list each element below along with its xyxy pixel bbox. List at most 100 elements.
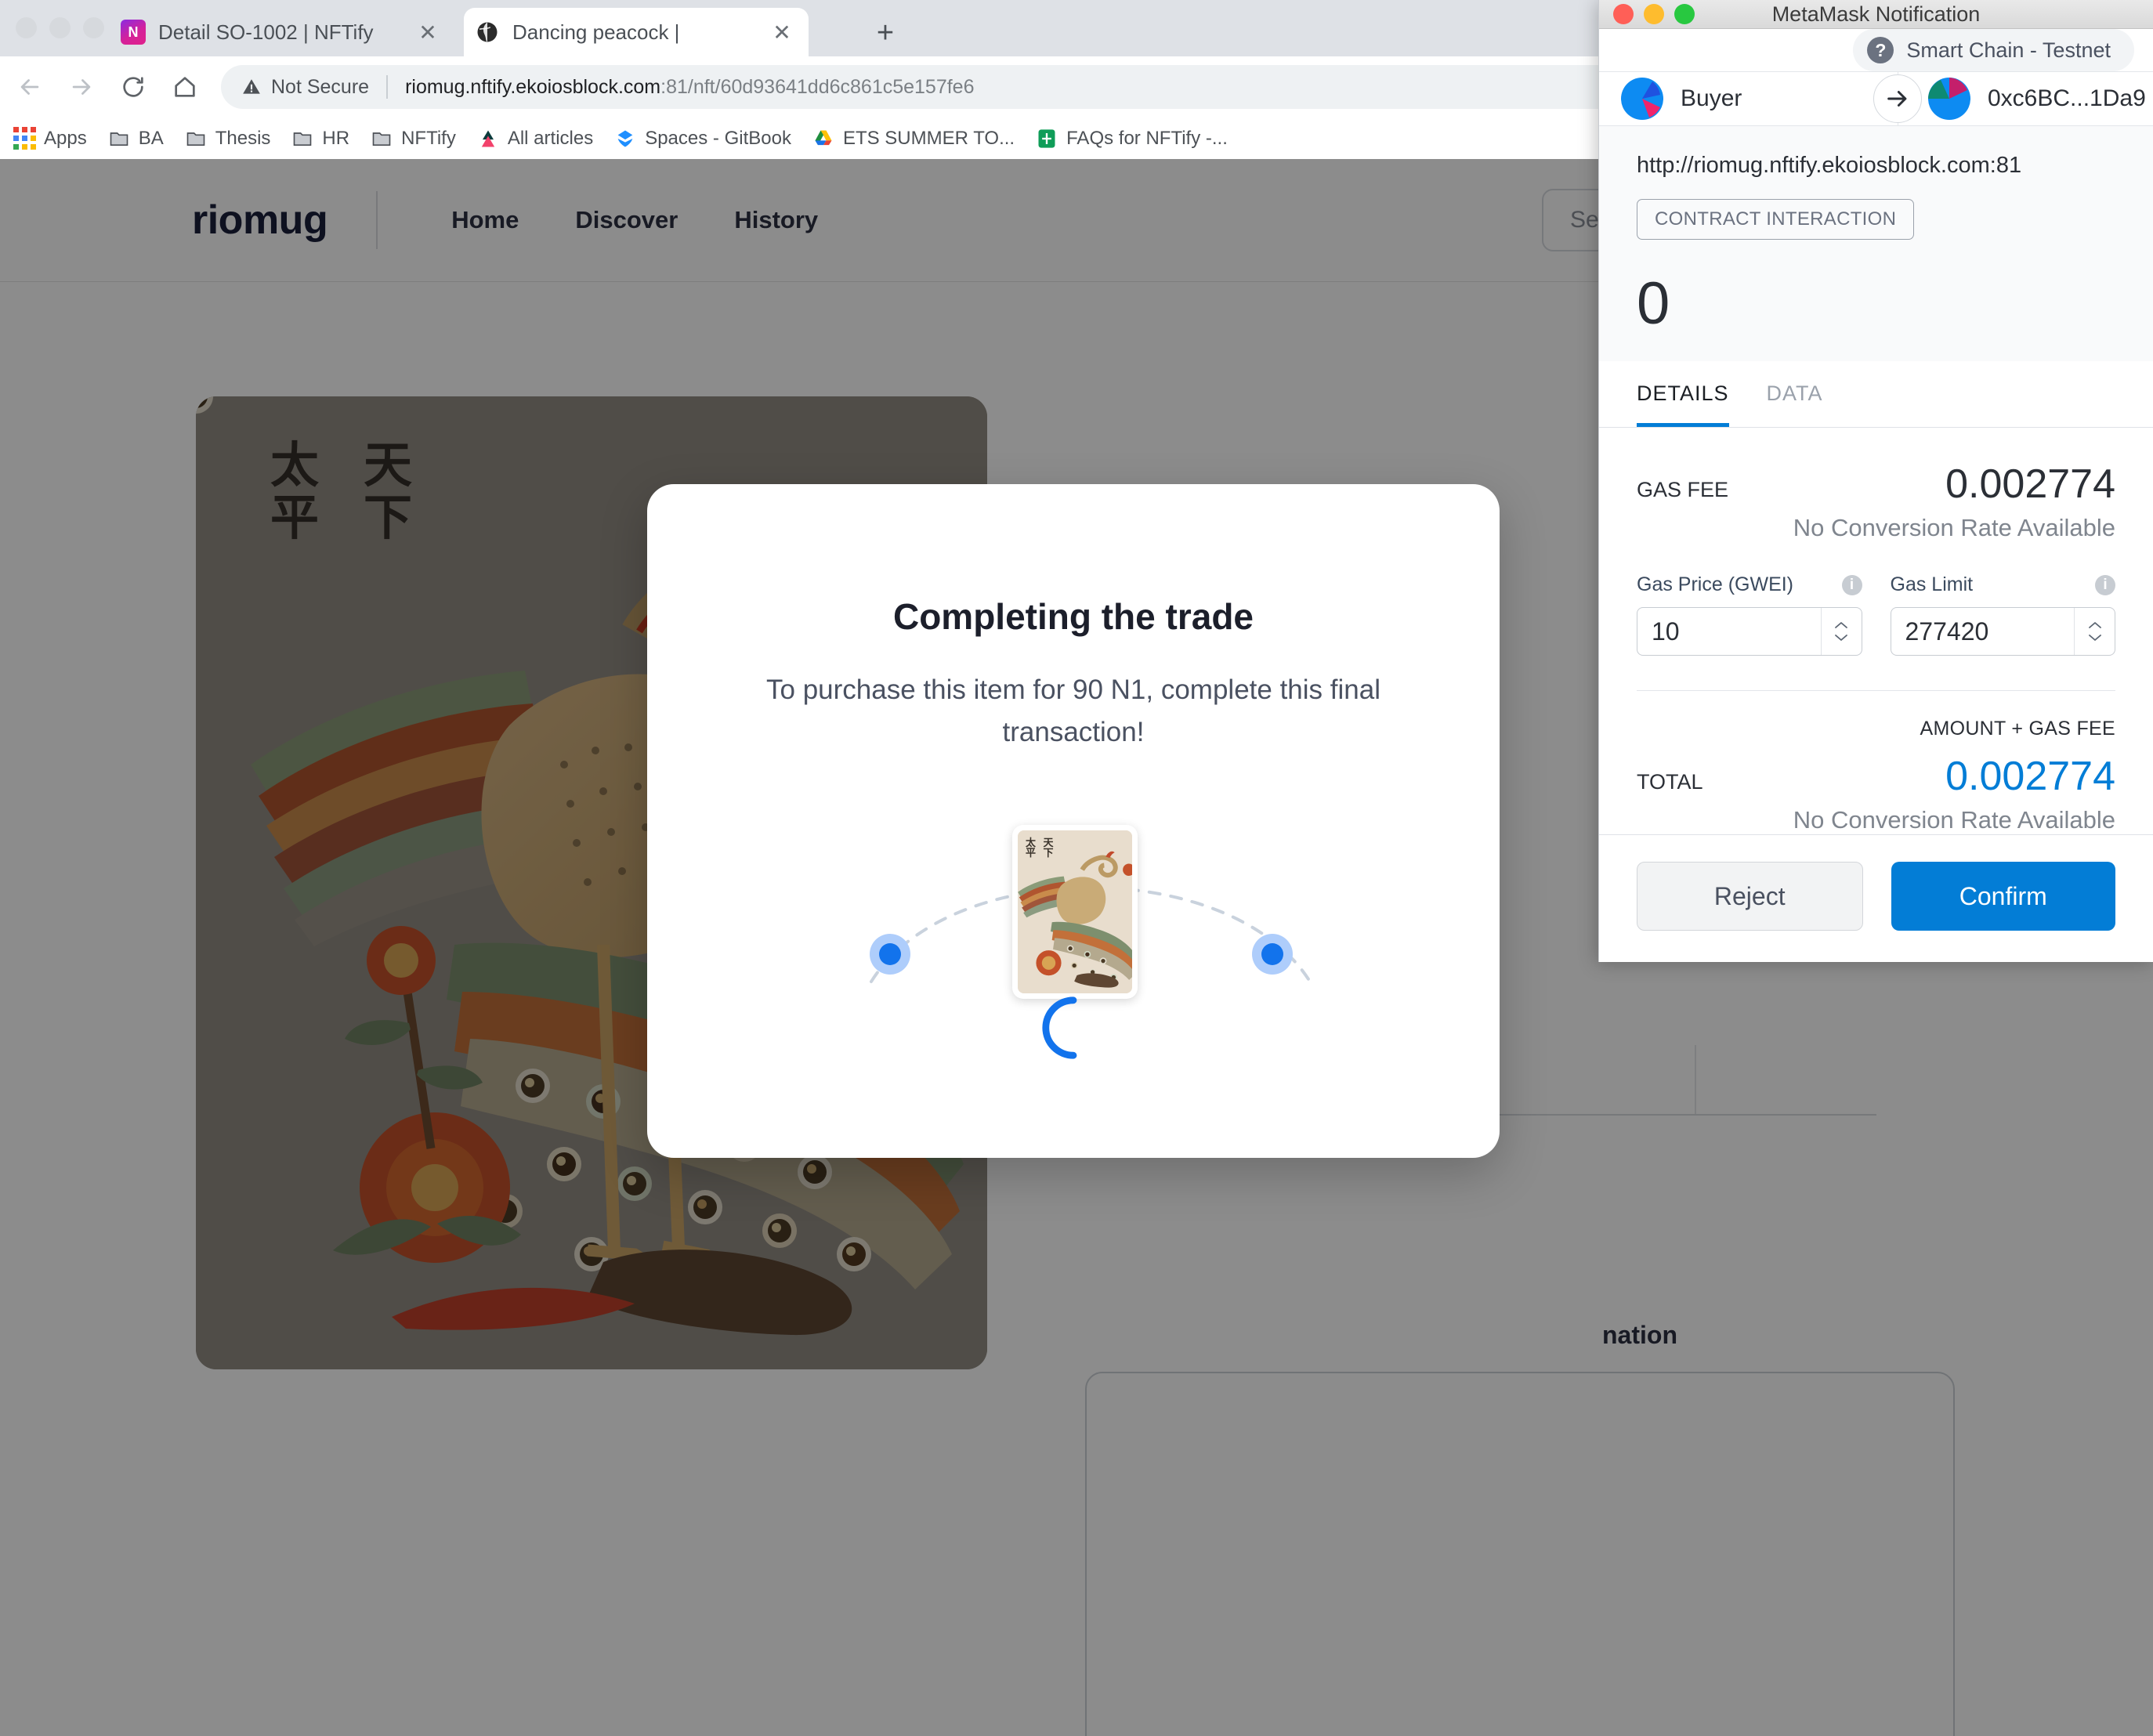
network-selector[interactable]: ? Smart Chain - Testnet xyxy=(1853,29,2134,72)
tab-details[interactable]: DETAILS xyxy=(1637,361,1729,427)
omnibox-url-host: riomug.nftify.ekoiosblock.com xyxy=(405,75,661,98)
gas-price-field: Gas Price (GWEI) i 10 xyxy=(1637,573,1862,656)
chevron-down-icon xyxy=(1835,635,1847,641)
metamask-network-row: ? Smart Chain - Testnet xyxy=(1599,29,2153,73)
to-account[interactable]: 0xc6BC...1Da9 xyxy=(1928,78,2146,121)
gas-limit-stepper[interactable] xyxy=(2074,608,2115,655)
from-account[interactable]: Buyer xyxy=(1621,78,1742,121)
to-account-address: 0xc6BC...1Da9 xyxy=(1988,85,2146,112)
bookmark-apps[interactable]: Apps xyxy=(13,127,87,150)
home-icon[interactable] xyxy=(163,65,207,109)
metamask-accounts-row: Buyer 0xc6BC...1Da9 xyxy=(1599,72,2153,126)
omnibox-url: riomug.nftify.ekoiosblock.com:81/nft/60d… xyxy=(405,76,974,99)
gas-price-input[interactable]: 10 xyxy=(1637,607,1862,656)
gas-fee-value: 0.002774 xyxy=(1945,461,2115,507)
notion-triangle-icon xyxy=(476,127,500,150)
bookmark-spaces-gitbook[interactable]: Spaces - GitBook xyxy=(613,127,791,150)
total-value: 0.002774 xyxy=(1945,754,2115,799)
bookmark-label: HR xyxy=(322,127,350,149)
destination-dot xyxy=(1252,933,1293,975)
reject-button[interactable]: Reject xyxy=(1637,862,1863,931)
bookmark-label: Apps xyxy=(44,127,87,149)
avatar xyxy=(1621,78,1663,121)
gas-fee-row: GAS FEE 0.002774 No Conversion Rate Avai… xyxy=(1637,428,2115,542)
window-controls[interactable] xyxy=(16,17,104,38)
bookmark-faqs-nftify[interactable]: FAQs for NFTify -... xyxy=(1035,127,1228,150)
total-row: TOTAL 0.002774 No Conversion Rate Availa… xyxy=(1637,740,2115,834)
status-badge: CONTRACT INTERACTION xyxy=(1637,199,1915,240)
metamask-window-title: MetaMask Notification xyxy=(1771,2,1981,26)
folder-icon xyxy=(107,127,131,150)
arrow-right-icon xyxy=(1873,74,1922,124)
thumbnail-seal-characters: 太 天 平 下 xyxy=(1026,837,1057,860)
gitbook-icon xyxy=(613,127,637,150)
bookmark-label: All articles xyxy=(507,127,594,149)
gas-price-stepper[interactable] xyxy=(1820,608,1862,655)
folder-icon xyxy=(370,127,393,150)
thumb-seal-char-1: 太 xyxy=(1026,837,1037,849)
bookmark-label: NFTify xyxy=(401,127,456,149)
nft-thumbnail: 太 天 平 下 xyxy=(1012,824,1138,999)
close-icon[interactable]: ✕ xyxy=(412,16,443,48)
chevron-up-icon xyxy=(1835,622,1847,628)
close-window-button[interactable] xyxy=(16,17,37,38)
tab-1-title: Detail SO-1002 | NFTify xyxy=(158,20,374,44)
from-account-name: Buyer xyxy=(1681,85,1742,112)
bookmark-thesis[interactable]: Thesis xyxy=(184,127,271,150)
warning-triangle-icon xyxy=(241,77,262,97)
bookmark-all-articles[interactable]: All articles xyxy=(476,127,593,150)
question-mark-icon: ? xyxy=(1867,37,1894,64)
nftify-icon: N xyxy=(121,20,146,45)
thumb-seal-char-3: 平 xyxy=(1026,848,1037,860)
omnibox-url-path: :81/nft/60d93641dd6c861c5e157fe6 xyxy=(660,75,975,98)
amount-plus-gas-label: AMOUNT + GAS FEE xyxy=(1920,718,2115,740)
security-status-label: Not Secure xyxy=(271,75,370,98)
google-sheets-icon xyxy=(1035,127,1058,150)
close-icon[interactable]: ✕ xyxy=(766,16,798,48)
tab-data[interactable]: DATA xyxy=(1767,361,1823,427)
forward-icon[interactable] xyxy=(60,65,103,109)
modal-subtitle: To purchase this item for 90 N1, complet… xyxy=(766,675,1380,748)
gas-price-value: 10 xyxy=(1652,617,1680,646)
gas-limit-field: Gas Limit i 277420 xyxy=(1890,573,2115,656)
metamask-tabs: DETAILS DATA xyxy=(1599,361,2153,428)
new-tab-button[interactable]: + xyxy=(868,17,903,52)
metamask-actions: Reject Confirm xyxy=(1599,834,2153,962)
bookmark-hr[interactable]: HR xyxy=(291,127,349,150)
bookmark-nftify[interactable]: NFTify xyxy=(370,127,456,150)
metamask-titlebar: MetaMask Notification xyxy=(1599,0,2153,30)
chevron-down-icon xyxy=(2088,635,2101,641)
loading-spinner-icon xyxy=(1042,996,1077,1059)
maximize-window-button[interactable] xyxy=(83,17,104,38)
reload-icon[interactable] xyxy=(111,65,155,109)
gas-price-label: Gas Price (GWEI) xyxy=(1637,573,1794,595)
bookmark-ets-summer[interactable]: ETS SUMMER TO... xyxy=(812,127,1015,150)
folder-icon xyxy=(184,127,208,150)
omnibox-divider xyxy=(386,75,389,99)
avatar xyxy=(1928,78,1970,121)
info-icon[interactable]: i xyxy=(1841,574,1862,595)
gas-limit-value: 277420 xyxy=(1905,617,1989,646)
minimize-window-button[interactable] xyxy=(49,17,71,38)
metamask-details-body: GAS FEE 0.002774 No Conversion Rate Avai… xyxy=(1599,428,2153,834)
gas-controls: Gas Price (GWEI) i 10 Gas Limit i 277420 xyxy=(1637,573,2115,656)
source-dot xyxy=(870,933,910,975)
browser-tab-2[interactable]: Dancing peacock | ✕ xyxy=(464,8,809,56)
bookmark-ba[interactable]: BA xyxy=(107,127,164,150)
confirm-button[interactable]: Confirm xyxy=(1891,862,2115,931)
back-icon[interactable] xyxy=(8,65,52,109)
browser-tab-1[interactable]: N Detail SO-1002 | NFTify ✕ xyxy=(110,8,454,56)
bookmark-label: BA xyxy=(138,127,164,149)
modal-title: Completing the trade xyxy=(892,596,1254,637)
chevron-up-icon xyxy=(2088,622,2101,628)
bookmark-label: Thesis xyxy=(215,127,271,149)
gas-limit-input[interactable]: 277420 xyxy=(1890,607,2115,656)
bookmark-label: ETS SUMMER TO... xyxy=(842,127,1015,149)
gas-fee-label: GAS FEE xyxy=(1637,478,1729,501)
bookmark-label: FAQs for NFTify -... xyxy=(1066,127,1228,149)
network-label: Smart Chain - Testnet xyxy=(1906,38,2111,62)
gas-fee-conversion: No Conversion Rate Available xyxy=(1793,514,2115,541)
total-conversion: No Conversion Rate Available xyxy=(1793,806,2115,834)
apps-grid-icon xyxy=(13,127,36,150)
info-icon[interactable]: i xyxy=(2095,574,2115,595)
